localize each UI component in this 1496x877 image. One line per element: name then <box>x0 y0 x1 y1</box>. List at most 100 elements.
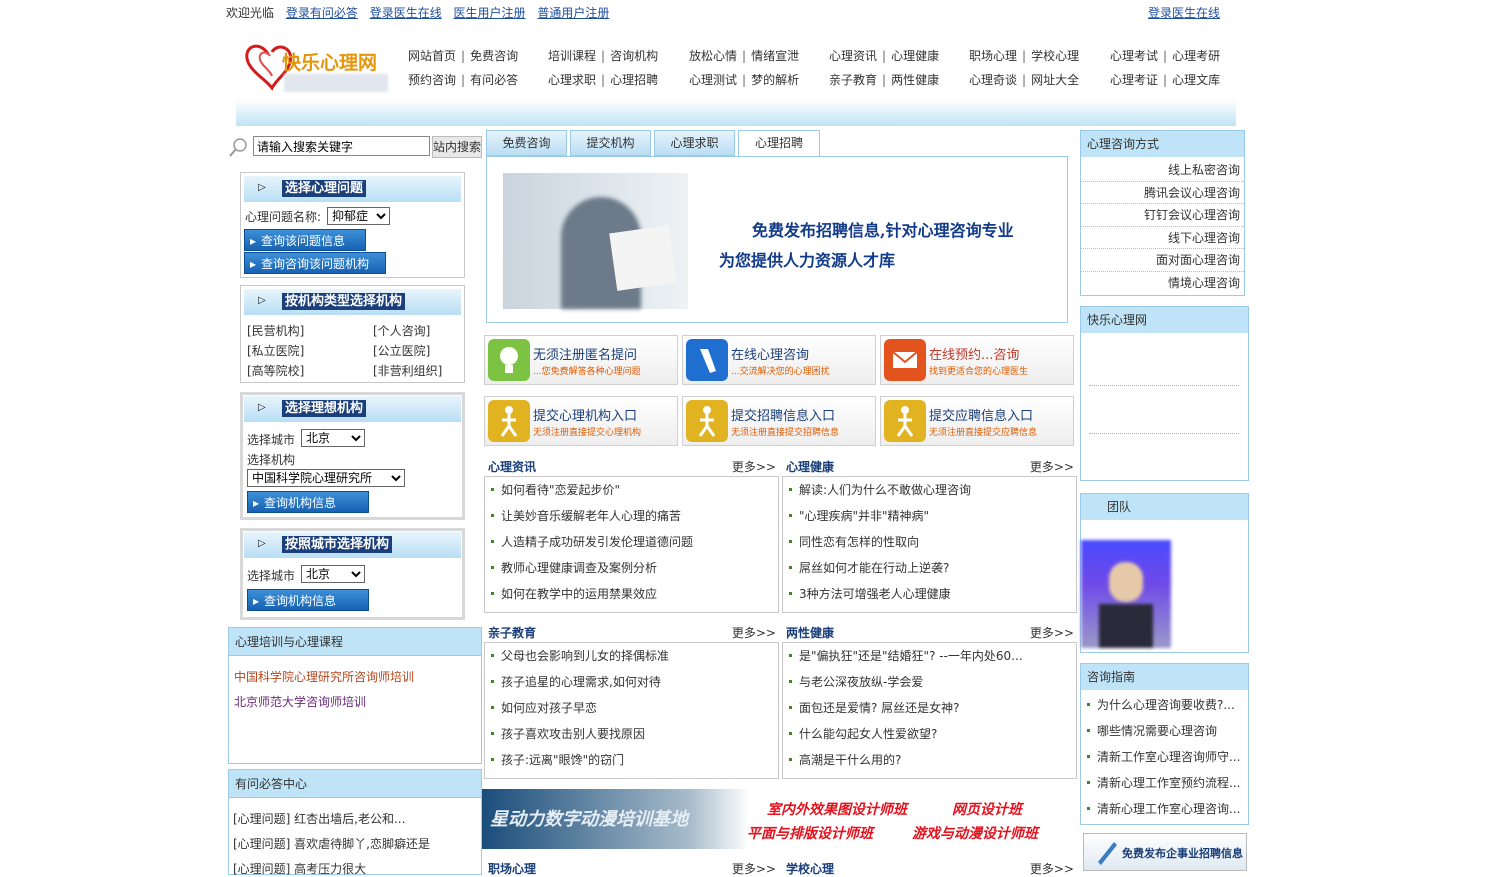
problem-select[interactable]: 抑郁症 <box>327 207 390 225</box>
nav-item[interactable]: 心理测试 <box>689 73 737 87</box>
nav-item[interactable]: 心理健康 <box>891 49 939 63</box>
nav-item[interactable]: 心理文库 <box>1172 73 1220 87</box>
org-type-link[interactable]: [私立医院] <box>247 342 304 359</box>
nav-item[interactable]: 网址大全 <box>1031 73 1079 87</box>
list-item[interactable]: 什么能勾起女人性爱欲望? <box>783 721 1076 747</box>
list-item[interactable]: 解读:人们为什么不敢做心理咨询 <box>783 477 1076 503</box>
section-title[interactable]: 学校心理 <box>786 862 834 876</box>
list-item[interactable]: 与老公深夜放纵-学会爱 <box>783 669 1076 695</box>
list-item[interactable]: 同性恋有怎样的性取向 <box>783 529 1076 555</box>
login-doctor-right-link[interactable]: 登录医生在线 <box>1148 4 1220 21</box>
org-type-link[interactable]: [非营利组织] <box>373 362 442 379</box>
org-type-link[interactable]: [公立医院] <box>373 342 430 359</box>
user-register-link[interactable]: 普通用户注册 <box>537 6 609 20</box>
list-item[interactable]: 孩子:远离"眼馋"的窃门 <box>485 747 778 773</box>
org-type-link[interactable]: [民营机构] <box>247 322 304 339</box>
list-item[interactable]: 高潮是干什么用的? <box>783 747 1076 773</box>
nav-item[interactable]: 心理考证 <box>1110 73 1158 87</box>
city-select[interactable]: 北京 <box>301 429 365 447</box>
list-item[interactable]: 面包还是爱情? 屌丝还是女神? <box>783 695 1076 721</box>
nav-item[interactable]: 网站首页 <box>408 49 456 63</box>
feature-submit-recruit[interactable]: 提交招聘信息入口 无须注册直接提交招聘信息 <box>682 396 876 446</box>
guide-link[interactable]: 哪些情况需要心理咨询 <box>1081 718 1248 744</box>
list-item[interactable]: 教师心理健康调查及案例分析 <box>485 555 778 581</box>
query-problem-org-button[interactable]: 查询咨询该问题机构 <box>244 252 386 275</box>
list-item[interactable]: 人造精子成功研发引发伦理道德问题 <box>485 529 778 555</box>
more-link[interactable]: 更多>> <box>1030 860 1074 877</box>
list-item[interactable]: 如何看待"恋爱起步价" <box>485 477 778 503</box>
guide-link[interactable]: 为什么心理咨询要收费?... <box>1081 692 1248 718</box>
feature-submit-org[interactable]: 提交心理机构入口 无须注册直接提交心理机构 <box>484 396 678 446</box>
tab-recruit[interactable]: 心理招聘 <box>738 130 820 157</box>
more-link[interactable]: 更多>> <box>1030 624 1074 641</box>
nav-item[interactable]: 职场心理 <box>969 49 1017 63</box>
tab-job-seek[interactable]: 心理求职 <box>654 130 735 156</box>
guide-link[interactable]: 清新心理工作室心理咨询... <box>1081 796 1248 822</box>
feature-submit-apply[interactable]: 提交应聘信息入口 无须注册直接提交应聘信息 <box>880 396 1074 446</box>
more-link[interactable]: 更多>> <box>732 860 776 877</box>
nav-item[interactable]: 梦的解析 <box>751 73 799 87</box>
section-title[interactable]: 职场心理 <box>488 862 536 876</box>
org-select[interactable]: 中国科学院心理研究所 <box>247 469 405 487</box>
nav-item[interactable]: 亲子教育 <box>829 73 877 87</box>
list-item[interactable]: 是"偏执狂"还是"结婚狂"? --一年内处60... <box>783 643 1076 669</box>
nav-item[interactable]: 预约咨询 <box>408 73 456 87</box>
nav-item[interactable]: 心理招聘 <box>610 73 658 87</box>
list-item[interactable]: 屌丝如何才能在行动上逆袭? <box>783 555 1076 581</box>
consult-way-link[interactable]: 面对面心理咨询 <box>1081 249 1244 272</box>
search-input[interactable] <box>253 136 430 156</box>
list-item[interactable]: 孩子追星的心理需求,如何对待 <box>485 669 778 695</box>
query-problem-button[interactable]: 查询该问题信息 <box>244 229 366 252</box>
more-link[interactable]: 更多>> <box>732 458 776 475</box>
feature-online-booking[interactable]: 在线预约...咨询 找到更适合您的心理医生 <box>880 335 1074 385</box>
list-item[interactable]: 3种方法可增强老人心理健康 <box>783 581 1076 607</box>
list-item[interactable]: 如何应对孩子早恋 <box>485 695 778 721</box>
qa-link[interactable]: [心理问题] 红杏出墙后,老公和... <box>233 810 405 827</box>
ad-banner[interactable]: 星动力数字动漫培训基地 室内外效果图设计师班 网页设计班 平面与排版设计师班 游… <box>482 789 1076 849</box>
search-button[interactable]: 站内搜索 <box>432 136 482 158</box>
login-doctor-link[interactable]: 登录医生在线 <box>370 6 442 20</box>
nav-item[interactable]: 咨询机构 <box>610 49 658 63</box>
tab-free-consult[interactable]: 免费咨询 <box>486 130 567 156</box>
nav-item[interactable]: 心理考试 <box>1110 49 1158 63</box>
query-org-button[interactable]: 查询机构信息 <box>247 589 369 612</box>
nav-item[interactable]: 有问必答 <box>470 73 518 87</box>
city-select[interactable]: 北京 <box>301 565 365 583</box>
consult-way-link[interactable]: 情境心理咨询 <box>1081 272 1244 295</box>
guide-link[interactable]: 清新心理工作室预约流程... <box>1081 770 1248 796</box>
list-item[interactable]: 孩子喜欢攻击别人要找原因 <box>485 721 778 747</box>
guide-link[interactable]: 清新工作室心理咨询师守... <box>1081 744 1248 770</box>
nav-item[interactable]: 培训课程 <box>548 49 596 63</box>
section-title[interactable]: 心理资讯 <box>488 460 536 474</box>
qa-link[interactable]: [心理问题] 喜欢虐待脚丫,恋脚癖还是 <box>233 835 430 852</box>
free-recruit-banner[interactable]: 免费发布企事业招聘信息 <box>1083 833 1247 871</box>
qa-link[interactable]: [心理问题] 高考压力很大 <box>233 860 366 877</box>
org-type-link[interactable]: [个人咨询] <box>373 322 430 339</box>
feature-anonymous-question[interactable]: 无须注册匿名提问 ...您免费解答各种心理问题 <box>484 335 678 385</box>
list-item[interactable]: 让美妙音乐缓解老年人心理的痛苦 <box>485 503 778 529</box>
more-link[interactable]: 更多>> <box>1030 458 1074 475</box>
feature-online-consult[interactable]: 在线心理咨询 ...交流解决您的心理困扰 <box>682 335 876 385</box>
nav-item[interactable]: 放松心情 <box>689 49 737 63</box>
consult-way-link[interactable]: 线上私密咨询 <box>1081 159 1244 182</box>
login-qa-link[interactable]: 登录有问必答 <box>286 6 358 20</box>
section-title[interactable]: 亲子教育 <box>488 626 536 640</box>
query-org-button[interactable]: 查询机构信息 <box>247 491 369 514</box>
nav-item[interactable]: 学校心理 <box>1031 49 1079 63</box>
nav-item[interactable]: 心理奇谈 <box>969 73 1017 87</box>
doctor-register-link[interactable]: 医生用户注册 <box>454 6 526 20</box>
tab-submit-org[interactable]: 提交机构 <box>570 130 651 156</box>
list-item[interactable]: 如何在教学中的运用禁果效应 <box>485 581 778 607</box>
list-item[interactable]: "心理疾病"并非"精神病" <box>783 503 1076 529</box>
list-item[interactable]: 父母也会影响到儿女的择偶标准 <box>485 643 778 669</box>
nav-item[interactable]: 心理考研 <box>1172 49 1220 63</box>
more-link[interactable]: 更多>> <box>732 624 776 641</box>
consult-way-link[interactable]: 钉钉会议心理咨询 <box>1081 204 1244 227</box>
consult-way-link[interactable]: 线下心理咨询 <box>1081 227 1244 249</box>
site-logo[interactable]: 快乐心理网 <box>240 36 390 96</box>
org-type-link[interactable]: [高等院校] <box>247 362 304 379</box>
section-title[interactable]: 心理健康 <box>786 460 834 474</box>
nav-item[interactable]: 免费咨询 <box>470 49 518 63</box>
training-link[interactable]: 北京师范大学咨询师培训 <box>234 693 366 710</box>
nav-item[interactable]: 心理资讯 <box>829 49 877 63</box>
